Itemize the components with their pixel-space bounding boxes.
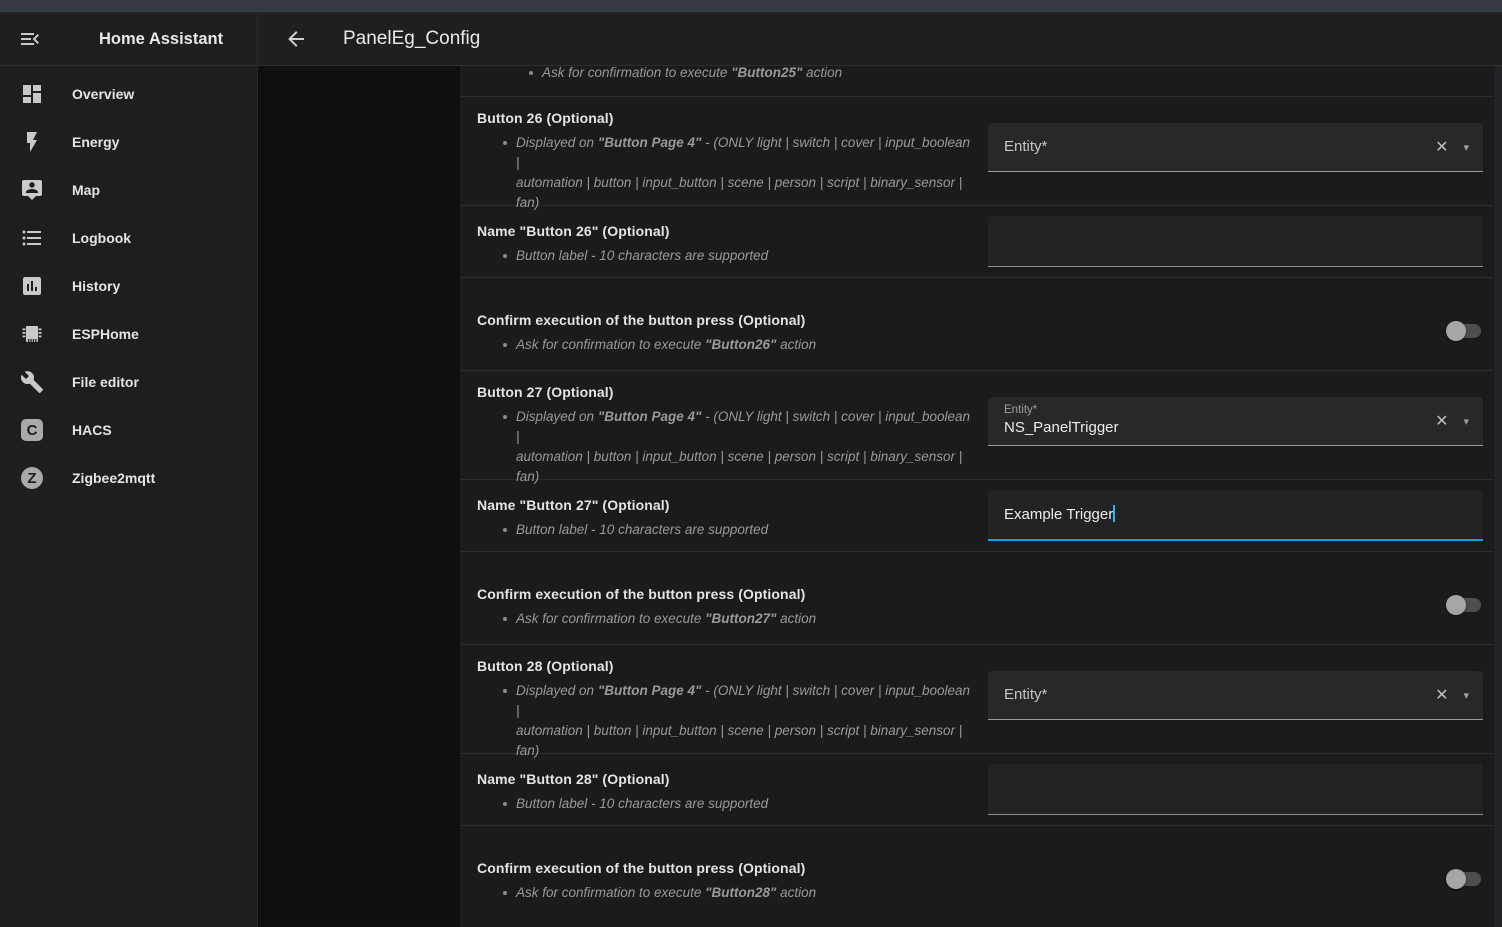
confirm-toggle-button27[interactable] [1447,598,1481,612]
sidebar-item-energy[interactable]: Energy [0,118,257,166]
sidebar-item-hacs[interactable]: C HACS [0,406,257,454]
form-row-button26: Button 26 (Optional) Displayed on "Butto… [460,97,1494,206]
clear-icon[interactable]: ✕ [1435,685,1448,705]
list-bulleted-icon [20,226,44,250]
bullet-icon [503,343,507,347]
sidebar-item-label: History [72,278,120,294]
toggle-thumb [1446,869,1466,889]
entity-select-button28[interactable]: Entity* ✕ ▾ [988,671,1483,720]
window-top-strip [0,0,1502,13]
bullet-icon [503,141,507,145]
map-person-icon [20,178,44,202]
field-label: Confirm execution of the button press (O… [477,586,1494,602]
main-panel: PanelEg_Config Ask for confirmation to e… [258,13,1502,927]
toggle-thumb [1446,321,1466,341]
form-row-partial-confirm: Ask for confirmation to execute "Button2… [460,66,1494,97]
page-title: PanelEg_Config [343,28,480,50]
text-cursor [1113,505,1115,522]
config-form: Ask for confirmation to execute "Button2… [460,66,1494,927]
sidebar-item-esphome[interactable]: ESPHome [0,310,257,358]
clear-icon[interactable]: ✕ [1435,411,1448,431]
sidebar-item-map[interactable]: Map [0,166,257,214]
menu-open-icon[interactable] [18,27,42,51]
field-description: Ask for confirmation to execute "Button2… [503,335,1494,355]
config-content: Ask for confirmation to execute "Button2… [258,66,1502,927]
app-title: Home Assistant [99,30,223,49]
form-row-button27: Button 27 (Optional) Displayed on "Butto… [460,371,1494,480]
bullet-icon [503,254,507,258]
sidebar: Home Assistant Overview Energy Map [0,13,258,927]
field-description: Ask for confirmation to execute "Button2… [503,609,1494,629]
sidebar-item-file-editor[interactable]: File editor [0,358,257,406]
bullet-icon [529,71,533,75]
entity-select-value: NS_PanelTrigger [1004,419,1119,436]
wrench-icon [20,370,44,394]
chip-icon [20,322,44,346]
zigbee-icon: Z [20,466,44,490]
back-arrow-icon[interactable] [284,27,308,51]
entity-select-label: Entity* [1004,404,1037,416]
name-input-value: Example Trigger [1004,506,1113,523]
entity-select-placeholder: Entity* [1004,671,1047,719]
sidebar-item-label: Energy [72,134,119,150]
sidebar-item-label: Overview [72,86,134,102]
clear-icon[interactable]: ✕ [1435,137,1448,157]
bullet-icon [503,415,507,419]
field-description: Ask for confirmation to execute "Button2… [503,883,1494,903]
form-row-confirm-button28: Confirm execution of the button press (O… [460,826,1494,926]
sidebar-item-overview[interactable]: Overview [0,70,257,118]
chart-box-icon [20,274,44,298]
field-description: Ask for confirmation to execute "Button2… [529,66,842,83]
form-row-name-button28: Name "Button 28" (Optional) Button label… [460,754,1494,826]
sidebar-items: Overview Energy Map Logbook Hist [0,66,257,502]
bullet-icon [503,891,507,895]
form-row-confirm-button26: Confirm execution of the button press (O… [460,278,1494,371]
toggle-thumb [1446,595,1466,615]
sidebar-item-label: Zigbee2mqtt [72,470,155,486]
form-row-confirm-button27: Confirm execution of the button press (O… [460,552,1494,645]
chevron-down-icon[interactable]: ▾ [1463,689,1469,702]
panel-header: PanelEg_Config [258,13,1502,66]
sidebar-item-label: HACS [72,422,112,438]
lightning-bolt-icon [20,130,44,154]
chevron-down-icon[interactable]: ▾ [1463,141,1469,154]
vertical-scrollbar[interactable] [1493,66,1502,927]
form-row-button28: Button 28 (Optional) Displayed on "Butto… [460,645,1494,754]
sidebar-item-zigbee2mqtt[interactable]: Z Zigbee2mqtt [0,454,257,502]
sidebar-item-label: Logbook [72,230,131,246]
entity-select-placeholder: Entity* [1004,123,1047,171]
name-input-button28[interactable] [988,764,1483,815]
bullet-icon [503,617,507,621]
field-label: Confirm execution of the button press (O… [477,860,1494,876]
sidebar-item-label: Map [72,182,100,198]
hacs-icon: C [20,418,44,442]
bullet-icon [503,528,507,532]
chevron-down-icon[interactable]: ▾ [1463,415,1469,428]
entity-select-button26[interactable]: Entity* ✕ ▾ [988,123,1483,172]
sidebar-item-label: ESPHome [72,326,139,342]
view-dashboard-icon [20,82,44,106]
confirm-toggle-button26[interactable] [1447,324,1481,338]
sidebar-item-logbook[interactable]: Logbook [0,214,257,262]
confirm-toggle-button28[interactable] [1447,872,1481,886]
bullet-icon [503,802,507,806]
sidebar-header: Home Assistant [0,13,257,66]
name-input-button26[interactable] [988,216,1483,267]
sidebar-item-label: File editor [72,374,139,390]
form-row-name-button26: Name "Button 26" (Optional) Button label… [460,206,1494,278]
form-row-name-button27: Name "Button 27" (Optional) Button label… [460,480,1494,552]
sidebar-item-history[interactable]: History [0,262,257,310]
name-input-button27[interactable]: Example Trigger [988,490,1483,541]
bullet-icon [503,689,507,693]
field-label: Confirm execution of the button press (O… [477,312,1494,328]
entity-select-button27[interactable]: Entity* NS_PanelTrigger ✕ ▾ [988,397,1483,446]
home-assistant-app: Home Assistant Overview Energy Map [0,13,1502,927]
